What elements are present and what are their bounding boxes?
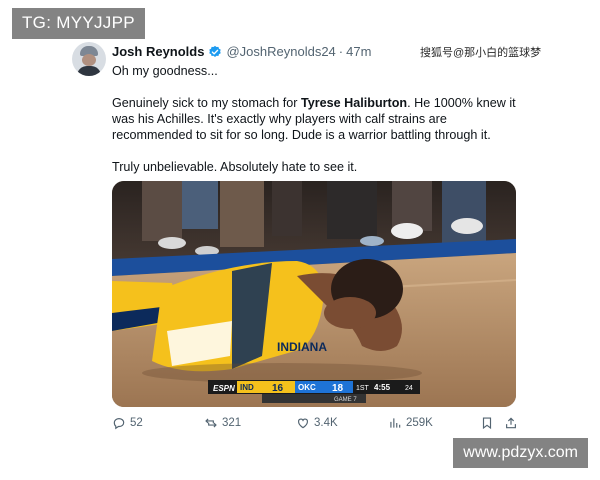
retweet-count: 321 bbox=[222, 417, 242, 429]
tweet-card[interactable]: Josh Reynolds @JoshReynolds24 · 47m 搜狐号@… bbox=[72, 38, 541, 438]
tweet-header: Josh Reynolds @JoshReynolds24 · 47m bbox=[112, 44, 371, 59]
text-segment: Genuinely sick to my stomach for bbox=[112, 96, 301, 110]
reply-button[interactable]: 52 bbox=[112, 416, 143, 430]
heart-icon bbox=[298, 418, 308, 429]
views-icon bbox=[390, 418, 401, 428]
quarter: 1ST bbox=[356, 385, 370, 392]
like-count: 3.4K bbox=[314, 417, 338, 429]
team1-score: 16 bbox=[272, 383, 284, 394]
sohu-watermark: 搜狐号@那小白的篮球梦 bbox=[420, 47, 542, 59]
game-clock: 4:55 bbox=[374, 383, 391, 392]
shot-clock: 24 bbox=[405, 385, 413, 392]
game-label: GAME 7 bbox=[334, 397, 357, 403]
share-icon bbox=[506, 417, 516, 429]
verified-badge-icon bbox=[209, 45, 222, 57]
share-button[interactable] bbox=[504, 416, 522, 430]
reply-icon bbox=[113, 418, 125, 430]
network-logo: ESPN bbox=[213, 384, 235, 393]
author-name[interactable]: Josh Reynolds bbox=[112, 44, 204, 59]
tweet-paragraph-3: Truly unbelievable. Absolutely hate to s… bbox=[112, 160, 358, 174]
jersey-text: INDIANA bbox=[277, 340, 327, 354]
site-watermark: www.pdzyx.com bbox=[453, 438, 588, 468]
retweet-icon bbox=[205, 418, 217, 428]
avatar[interactable] bbox=[72, 42, 106, 76]
tweet-media-image[interactable]: INDIANA ESPN IND 16 OKC 18 1ST 4:55 24 G… bbox=[112, 181, 516, 407]
tweet-text: Oh my goodness... Genuinely sick to my s… bbox=[112, 63, 528, 191]
bookmark-button[interactable] bbox=[480, 416, 498, 430]
team1-name: IND bbox=[240, 383, 254, 392]
tweet-actions: 52 321 3.4K 259K bbox=[112, 416, 522, 434]
retweet-button[interactable]: 321 bbox=[204, 416, 241, 430]
like-button[interactable]: 3.4K bbox=[296, 416, 338, 430]
author-handle[interactable]: @JoshReynolds24 bbox=[226, 44, 335, 59]
tweet-paragraph-1: Oh my goodness... bbox=[112, 64, 218, 78]
tweet-paragraph-2: Genuinely sick to my stomach for Tyrese … bbox=[112, 95, 528, 143]
mention-name: Tyrese Haliburton bbox=[300, 96, 408, 110]
team2-score: 18 bbox=[332, 383, 344, 394]
game-screenshot: INDIANA ESPN IND 16 OKC 18 1ST 4:55 24 G… bbox=[112, 181, 516, 407]
view-count: 259K bbox=[406, 417, 433, 429]
team2-name: OKC bbox=[298, 383, 316, 392]
reply-count: 52 bbox=[130, 417, 143, 429]
telegram-watermark: TG: MYYJJPP bbox=[12, 8, 145, 39]
tweet-timestamp[interactable]: 47m bbox=[346, 44, 371, 59]
bookmark-icon bbox=[482, 417, 492, 430]
views-button[interactable]: 259K bbox=[388, 416, 433, 430]
separator-dot: · bbox=[338, 44, 344, 59]
